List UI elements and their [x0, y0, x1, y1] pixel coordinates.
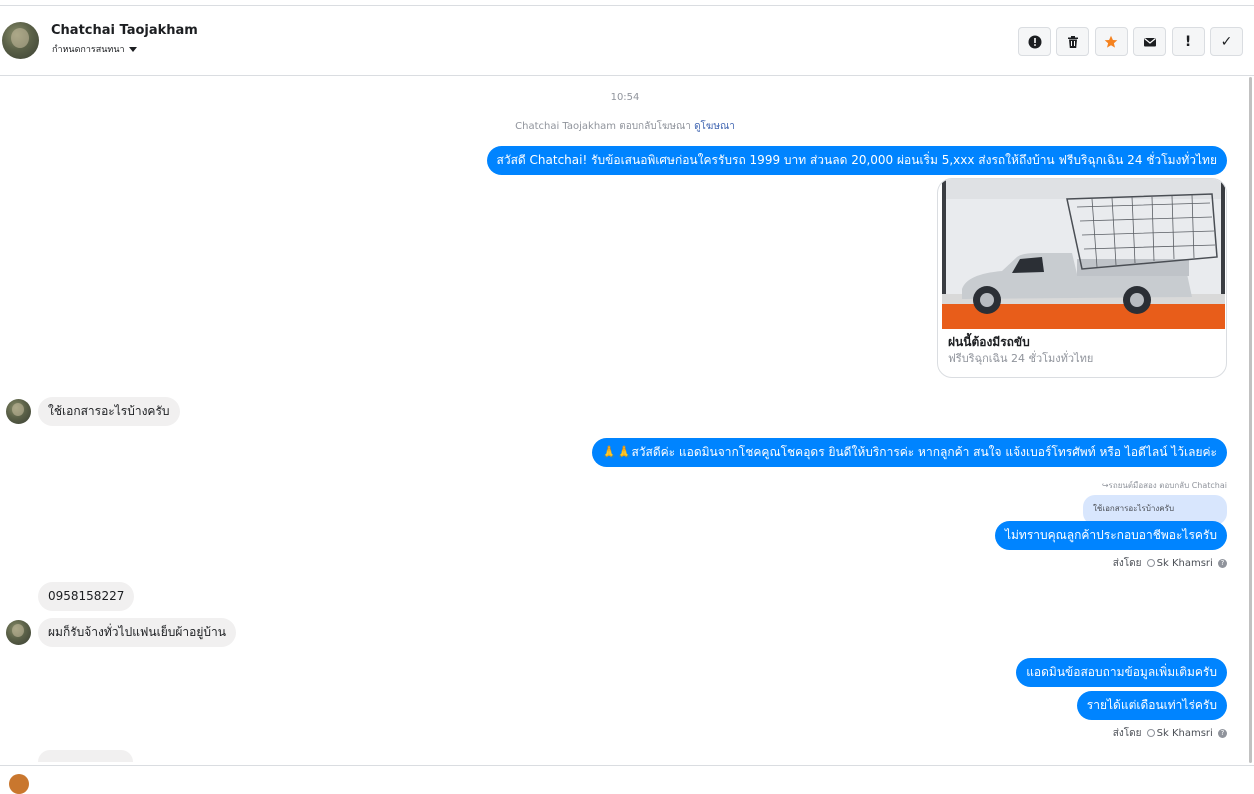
- avatar: [9, 774, 29, 794]
- message-bubble[interactable]: รายได้แต่เดือนเท่าไร่ครับ: [1076, 691, 1227, 720]
- sent-by-name[interactable]: Sk Khamsri: [1157, 728, 1213, 739]
- toolbar: ! ✓: [1018, 27, 1248, 56]
- star-button[interactable]: [1094, 27, 1128, 56]
- help-icon[interactable]: ?: [1218, 558, 1227, 568]
- sent-by: ส่งโดย Sk Khamsri ?: [1113, 726, 1227, 741]
- sent-by: ส่งโดย Sk Khamsri ?: [1113, 556, 1227, 571]
- view-ad-link[interactable]: ดูโฆษณา: [694, 121, 735, 132]
- ad-card[interactable]: ฝนนี้ต้องมีรถขับ ฟรีบริฉุกเฉิน 24 ชั่วโม…: [937, 178, 1227, 378]
- mark-unread-button[interactable]: [1133, 27, 1167, 56]
- sent-by-label: ส่งโดย: [1112, 728, 1142, 739]
- reply-context-label: ↪รถยนต์มือสอง ตอบกลับ Chatchai: [1101, 481, 1227, 490]
- message-bubble[interactable]: ผมก็รับจ้างทั่วไปแฟนเย็บผ้าอยู่บ้าน: [38, 618, 236, 647]
- user-icon: [1146, 559, 1155, 567]
- timestamp: 10:54: [610, 92, 640, 103]
- sent-by-label: ส่งโดย: [1112, 558, 1142, 569]
- mark-done-button[interactable]: ✓: [1209, 27, 1243, 56]
- ad-reply-note: Chatchai Taojakham ตอบกลับโฆษณา ดูโฆษณา: [0, 119, 1250, 134]
- flag-button[interactable]: !: [1171, 27, 1205, 56]
- delete-button[interactable]: [1056, 27, 1090, 56]
- ad-reply-text: Chatchai Taojakham ตอบกลับโฆษณา: [515, 121, 691, 132]
- card-subtitle: ฟรีบริฉุกเฉิน 24 ชั่วโมงทั่วไทย: [948, 352, 1094, 365]
- trash-icon: [1067, 35, 1078, 48]
- conversation-header: Chatchai Taojakham กำหนดการสนทนา ! ✓: [0, 6, 1254, 76]
- scrollbar[interactable]: [1249, 77, 1252, 763]
- message-bubble[interactable]: 0958158227: [38, 582, 135, 611]
- message-bubble-partial: [38, 750, 133, 762]
- avatar: [6, 620, 31, 645]
- alert-circle-icon: [1028, 35, 1041, 48]
- avatar: [6, 399, 31, 424]
- composer[interactable]: [0, 765, 1254, 794]
- conversation-actions-dropdown[interactable]: กำหนดการสนทนา: [52, 42, 137, 56]
- envelope-icon: [1143, 37, 1156, 46]
- caret-down-icon: [128, 47, 137, 52]
- report-spam-button[interactable]: [1018, 27, 1051, 56]
- truck-image: [942, 179, 1225, 329]
- message-bubble[interactable]: 🙏🙏สวัสดีค่ะ แอดมินจากโชคคูณโชคอุดร ยินดี…: [591, 438, 1227, 467]
- user-icon: [1146, 729, 1155, 737]
- message-bubble[interactable]: แอดมินข้อสอบถามข้อมูลเพิ่มเติมครับ: [1016, 658, 1227, 687]
- contact-name[interactable]: Chatchai Taojakham: [51, 23, 198, 38]
- dropdown-label: กำหนดการสนทนา: [52, 45, 125, 55]
- check-icon: ✓: [1220, 33, 1233, 50]
- reply-context-text: รถยนต์มือสอง ตอบกลับ Chatchai: [1108, 481, 1227, 490]
- exclamation-icon: !: [1184, 33, 1192, 50]
- message-bubble[interactable]: สวัสดี Chatchai! รับข้อเสนอพิเศษก่อนใครร…: [486, 146, 1227, 175]
- help-icon[interactable]: ?: [1218, 728, 1227, 738]
- sent-by-name[interactable]: Sk Khamsri: [1157, 558, 1213, 569]
- message-bubble[interactable]: ไม่ทราบคุณลูกค้าประกอบอาชีพอะไรครับ: [994, 521, 1227, 550]
- message-bubble[interactable]: ใช้เอกสารอะไรบ้างครับ: [38, 397, 180, 426]
- star-icon: [1104, 35, 1118, 48]
- avatar[interactable]: [2, 22, 39, 59]
- message-thread[interactable]: 10:54 Chatchai Taojakham ตอบกลับโฆษณา ดู…: [0, 77, 1254, 763]
